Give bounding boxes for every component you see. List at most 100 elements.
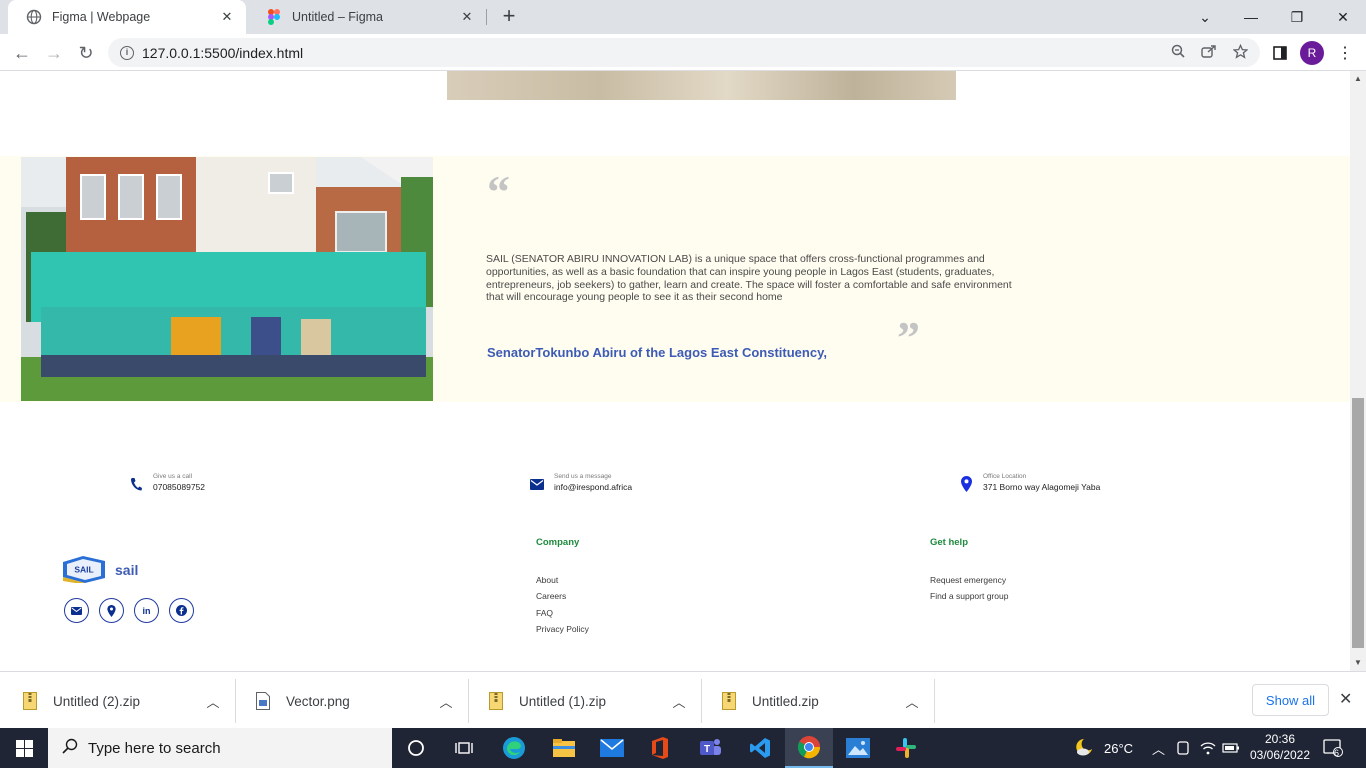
close-window-button[interactable]: ✕ xyxy=(1320,0,1366,34)
show-all-downloads-button[interactable]: Show all xyxy=(1252,684,1329,716)
social-facebook-icon[interactable] xyxy=(169,598,194,623)
tab-title: Untitled – Figma xyxy=(292,10,384,24)
download-item[interactable]: Untitled.zip ︿ xyxy=(703,679,935,723)
chevron-up-icon[interactable]: ︿ xyxy=(434,692,458,711)
social-location-icon[interactable] xyxy=(99,598,124,623)
office-icon[interactable] xyxy=(636,728,684,768)
tab-search-chevron-icon[interactable]: ⌄ xyxy=(1182,0,1228,34)
close-tab-icon[interactable]: ✕ xyxy=(218,8,236,26)
social-linkedin-icon[interactable]: in xyxy=(134,598,159,623)
bookmark-star-icon[interactable] xyxy=(1232,43,1249,62)
side-panel-icon[interactable] xyxy=(1266,39,1294,67)
site-info-icon[interactable]: i xyxy=(120,45,134,60)
mail-app-icon[interactable] xyxy=(588,728,636,768)
contact-location[interactable]: Office Location 371 Borno way Alagomeji … xyxy=(958,472,1100,493)
social-links: in xyxy=(64,598,194,623)
footer-link-support-group[interactable]: Find a support group xyxy=(930,588,1008,604)
system-clock[interactable]: 20:36 03/06/2022 xyxy=(1240,731,1320,763)
chevron-up-icon[interactable]: ︿ xyxy=(900,692,924,711)
clock-date: 03/06/2022 xyxy=(1249,748,1311,762)
scroll-thumb[interactable] xyxy=(1352,398,1364,648)
scroll-down-arrow-icon[interactable]: ▼ xyxy=(1350,655,1366,671)
close-tab-icon[interactable]: ✕ xyxy=(458,8,476,26)
company-links: About Careers FAQ Privacy Policy xyxy=(536,572,589,637)
download-item[interactable]: Vector.png ︿ xyxy=(237,679,469,723)
chrome-icon[interactable] xyxy=(785,728,833,768)
zip-file-icon xyxy=(23,692,37,710)
help-links: Request emergency Find a support group xyxy=(930,572,1008,605)
footer-link-request-emergency[interactable]: Request emergency xyxy=(930,572,1008,588)
close-shelf-icon[interactable]: ✕ xyxy=(1339,689,1352,709)
contact-email[interactable]: Send us a message info@irespond.africa xyxy=(529,472,632,493)
windows-start-icon[interactable] xyxy=(0,728,48,768)
photos-icon[interactable] xyxy=(834,728,882,768)
contact-value: 07085089752 xyxy=(153,482,206,492)
edge-icon[interactable] xyxy=(490,728,538,768)
download-item[interactable]: Untitled (2).zip ︿ xyxy=(4,679,236,723)
download-filename: Untitled.zip xyxy=(752,693,819,709)
vscode-icon[interactable] xyxy=(736,728,784,768)
zip-file-icon xyxy=(722,692,736,710)
zoom-icon[interactable] xyxy=(1171,44,1185,62)
image-file-icon xyxy=(256,692,270,710)
globe-icon xyxy=(26,9,42,25)
minimize-button[interactable]: — xyxy=(1228,0,1274,34)
footer-link-careers[interactable]: Careers xyxy=(536,588,589,604)
page-scrollbar[interactable]: ▲ ▼ xyxy=(1350,71,1366,671)
forward-button[interactable]: → xyxy=(40,39,68,67)
search-placeholder: Type here to search xyxy=(88,739,221,757)
tab-untitled-figma[interactable]: Untitled – Figma ✕ xyxy=(248,0,486,34)
download-filename: Untitled (2).zip xyxy=(53,693,141,709)
contact-phone[interactable]: Give us a call 07085089752 xyxy=(128,472,205,493)
wifi-icon[interactable] xyxy=(1200,728,1216,768)
team-group-photo xyxy=(21,157,433,401)
notification-count: 6 xyxy=(1334,747,1340,758)
share-icon[interactable] xyxy=(1201,44,1217,62)
chevron-up-icon[interactable]: ︿ xyxy=(201,692,225,711)
social-mail-icon[interactable] xyxy=(64,598,89,623)
address-bar[interactable]: i 127.0.0.1:5500/index.html xyxy=(108,38,1260,67)
footer-brand[interactable]: SAIL sail xyxy=(63,556,138,583)
sail-logo: SAIL xyxy=(63,556,105,583)
notification-center[interactable]: 6 xyxy=(1323,728,1343,768)
teams-icon[interactable]: T xyxy=(686,728,734,768)
download-filename: Vector.png xyxy=(286,693,350,709)
svg-text:SAIL: SAIL xyxy=(74,565,93,575)
reload-button[interactable]: ↻ xyxy=(72,39,100,67)
windows-taskbar: Type here to search T 26°C ︿ 20:36 03/06… xyxy=(0,728,1366,768)
get-help-heading: Get help xyxy=(930,537,969,548)
download-shelf: Untitled (2).zip ︿ Vector.png ︿ Untitled… xyxy=(0,671,1366,728)
download-item[interactable]: Untitled (1).zip ︿ xyxy=(470,679,702,723)
moon-cloud-icon xyxy=(1074,737,1096,760)
hero-image-bottom xyxy=(447,71,956,100)
back-button[interactable]: ← xyxy=(8,39,36,67)
tab-title: Figma | Webpage xyxy=(52,10,151,24)
open-quote-icon: “ xyxy=(487,166,510,217)
task-view-icon[interactable] xyxy=(440,728,488,768)
footer-link-about[interactable]: About xyxy=(536,572,589,588)
file-explorer-icon[interactable] xyxy=(540,728,588,768)
restore-button[interactable]: ❐ xyxy=(1274,0,1320,34)
menu-kebab-icon[interactable]: ⋮ xyxy=(1331,39,1359,67)
footer-link-faq[interactable]: FAQ xyxy=(536,605,589,621)
tray-device-icon[interactable] xyxy=(1176,728,1190,768)
tray-chevron-up-icon[interactable]: ︿ xyxy=(1152,728,1165,768)
scroll-up-arrow-icon[interactable]: ▲ xyxy=(1350,71,1366,87)
close-quote-icon: ” xyxy=(897,312,920,363)
slack-icon[interactable] xyxy=(882,728,930,768)
weather-temp: 26°C xyxy=(1104,740,1134,756)
contact-label: Office Location xyxy=(983,473,1027,480)
zip-file-icon xyxy=(489,692,503,710)
footer-link-privacy[interactable]: Privacy Policy xyxy=(536,621,589,637)
weather-widget[interactable]: 26°C xyxy=(1074,728,1133,768)
battery-icon[interactable] xyxy=(1222,728,1240,768)
chevron-up-icon[interactable]: ︿ xyxy=(667,692,691,711)
new-tab-button[interactable]: + xyxy=(496,5,522,29)
cortana-icon[interactable] xyxy=(392,728,440,768)
taskbar-search[interactable]: Type here to search xyxy=(48,728,392,768)
phone-icon xyxy=(128,475,144,493)
profile-avatar[interactable]: R xyxy=(1300,41,1324,65)
company-heading: Company xyxy=(536,537,580,548)
tab-figma-webpage[interactable]: Figma | Webpage ✕ xyxy=(8,0,246,34)
search-icon xyxy=(62,738,78,758)
